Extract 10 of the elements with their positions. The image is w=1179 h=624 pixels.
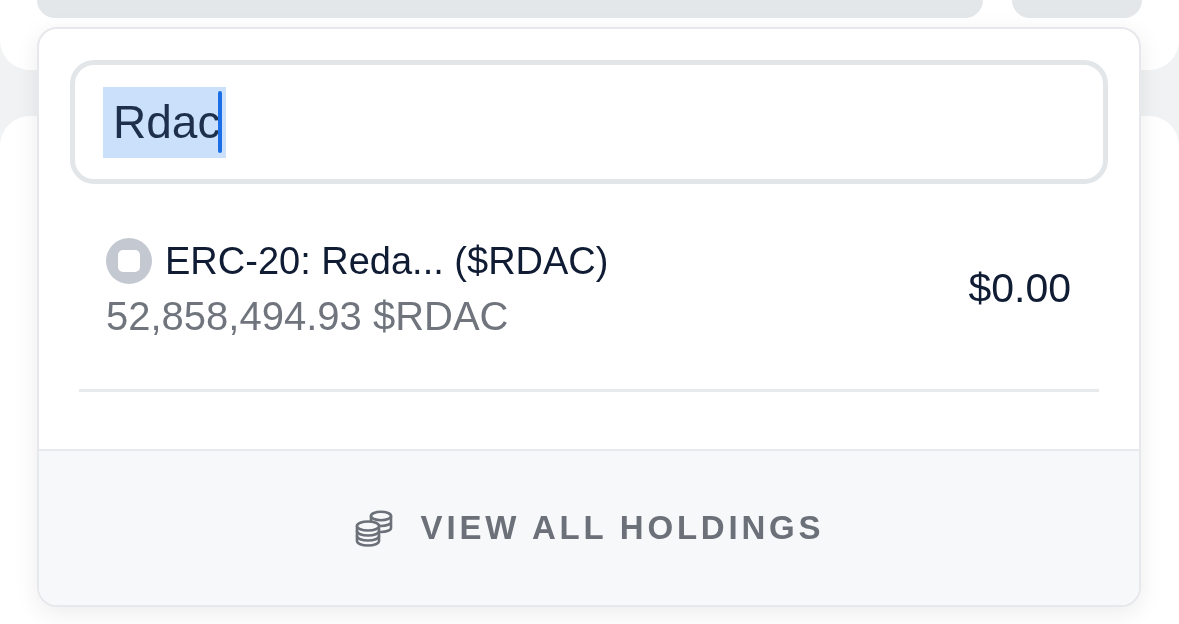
coins-icon — [353, 509, 394, 547]
token-value: $0.00 — [968, 265, 1071, 312]
view-all-holdings-button[interactable]: VIEW ALL HOLDINGS — [341, 501, 837, 555]
input-field[interactable] — [37, 0, 983, 18]
header-button[interactable] — [1012, 0, 1142, 18]
token-balance: 52,858,494.93 $RDAC — [106, 294, 510, 339]
token-name[interactable]: ERC-20: Reda... ($RDAC) — [165, 239, 609, 283]
search-field[interactable]: Rdac — [70, 60, 1108, 184]
search-text: Rdac — [103, 86, 227, 158]
token-icon — [106, 238, 152, 284]
